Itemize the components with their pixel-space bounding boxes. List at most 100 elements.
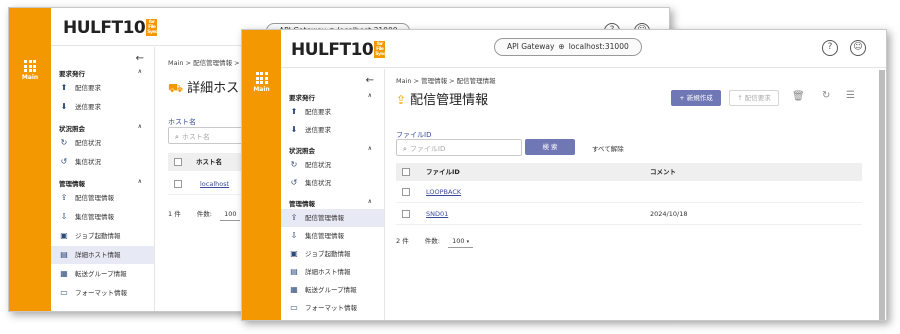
apps-grid-icon	[9, 60, 51, 72]
apps-grid-icon	[242, 72, 281, 84]
truck-icon: ⛟	[168, 81, 184, 95]
sidebar-item-job-info[interactable]: ▣ ジョブ起動情報	[281, 245, 384, 263]
sidebar-section-status[interactable]: 状況照会 ∧	[289, 145, 378, 155]
sidebar-item-receive-request[interactable]: ⬇ 送信要求	[281, 121, 384, 139]
front-window: Main HULFT10 for File Sync API Gateway ⊕ lo…	[241, 29, 887, 321]
sidebar-item-format-info[interactable]: ▭ フォーマット情報	[281, 299, 384, 317]
logo: HULFT10 for File Sync	[63, 18, 158, 38]
send-request-button[interactable]: ↑ 配信要求	[729, 90, 779, 106]
sidebar-item-group-info[interactable]: ▦ 転送グループ情報	[51, 265, 154, 283]
rail-label: Main	[253, 86, 270, 93]
page-title: ⇪ 配信管理情報	[396, 93, 489, 108]
link-icon: ⊕	[558, 42, 565, 51]
front-main: Main > 管理情報 > 配信管理情報 ⇪ 配信管理情報 + 新規作成 ↑ 配信…	[386, 69, 886, 320]
main-app-button[interactable]: Main	[242, 72, 281, 93]
format-icon: ▭	[290, 303, 298, 312]
sidebar-item-send-status[interactable]: ↻ 配信状況	[51, 134, 154, 152]
file-id-input[interactable]: ⌕ ファイルID	[396, 139, 522, 156]
sidebar: ← 要求発行 ∧ ⬆ 配信要求 ⬇ 送信要求 状況照会 ∧ ↻ 配信状況 ↺ 集信状況 管理…	[51, 47, 155, 311]
sidebar-section-manage[interactable]: 管理情報 ∧	[59, 178, 148, 188]
per-page-select[interactable]: 100	[220, 210, 241, 221]
column-file-id[interactable]: ファイルID	[426, 163, 460, 181]
collapse-icon[interactable]: ←	[366, 75, 374, 86]
sidebar-section-status[interactable]: 状況照会 ∧	[59, 123, 148, 133]
column-comment[interactable]: コメント	[650, 163, 676, 181]
clear-all-link[interactable]: すべて解除	[592, 143, 624, 153]
sidebar-item-send-request[interactable]: ⬆ 配信要求	[281, 103, 384, 121]
logo: HULFT10 for File Sync	[291, 40, 386, 60]
file-id-link[interactable]: SND01	[426, 203, 448, 225]
host-search-input[interactable]: ⌕ ホスト名	[168, 127, 248, 144]
per-page-select[interactable]: 100 ▾	[448, 237, 474, 248]
refresh-icon[interactable]: ↻	[822, 90, 830, 101]
breadcrumb: Main > 管理情報 > 配信管理情報	[396, 77, 496, 85]
trash-icon[interactable]: 🗑	[792, 91, 805, 102]
sidebar-section-manage[interactable]: 管理情報 ∧	[289, 198, 378, 208]
result-count: 1 件	[168, 210, 181, 218]
row-checkbox[interactable]	[402, 210, 410, 218]
caret-down-icon: ▾	[466, 239, 470, 245]
sidebar-item-receive-info[interactable]: ⇩ 集信管理情報	[281, 227, 384, 245]
select-all-checkbox[interactable]	[402, 168, 410, 176]
search-icon: ⌕	[403, 145, 407, 153]
sidebar-section-request[interactable]: 要求発行 ∧	[59, 68, 148, 78]
sidebar-item-send-info[interactable]: ⇪ 配信管理情報	[51, 189, 154, 207]
table-row: localhost	[168, 173, 248, 195]
sidebar-item-job-info[interactable]: ▣ ジョブ起動情報	[51, 227, 154, 245]
sidebar-item-receive-request[interactable]: ⬇ 送信要求	[51, 98, 154, 116]
sidebar-item-host-info[interactable]: ▤ 詳細ホスト情報	[281, 263, 384, 281]
per-page-label: 件数:	[424, 237, 440, 245]
comment-cell: 2024/10/18	[650, 210, 688, 218]
receive-status-icon: ↺	[290, 178, 298, 187]
page-title: ⛟ 詳細ホス	[168, 81, 240, 96]
job-icon: ▣	[290, 249, 298, 258]
search-icon: ⌕	[175, 133, 179, 141]
format-icon: ▭	[60, 288, 68, 297]
sidebar-item-receive-info[interactable]: ⇩ 集信管理情報	[51, 208, 154, 226]
main-app-button[interactable]: Main	[9, 60, 51, 81]
logo-badge: for File Sync	[146, 19, 158, 36]
download-icon: ⬇	[290, 125, 298, 134]
host-icon: ▤	[60, 250, 68, 259]
table-row: LOOPBACK	[396, 181, 862, 203]
sidebar-item-receive-status[interactable]: ↺ 集信状況	[51, 153, 154, 171]
send-status-icon: ↻	[290, 160, 298, 169]
receive-info-icon: ⇩	[290, 231, 298, 240]
column-host[interactable]: ホスト名	[196, 153, 222, 171]
logo-badge: for File Sync	[374, 41, 386, 58]
filter-settings-icon[interactable]: ☰	[846, 90, 855, 101]
search-button[interactable]: 検 索	[525, 139, 575, 155]
row-checkbox[interactable]	[402, 188, 410, 196]
upload-tray-icon: ⇪	[396, 93, 407, 107]
table-header: ホスト名	[168, 153, 248, 171]
breadcrumb: Main > 配信管理情報 > 詳	[168, 59, 249, 67]
user-icon[interactable]: ☺	[850, 40, 866, 56]
sidebar-item-host-info[interactable]: ▤ 詳細ホスト情報	[51, 246, 154, 264]
gateway-pill[interactable]: API Gateway ⊕ localhost:31000	[494, 38, 642, 56]
pagination: 2 件 件数: 100 ▾	[396, 235, 474, 248]
scrollbar[interactable]	[879, 70, 885, 320]
host-link[interactable]: localhost	[200, 173, 229, 195]
collapse-icon[interactable]: ←	[136, 53, 144, 64]
sidebar-item-group-info[interactable]: ▦ 転送グループ情報	[281, 281, 384, 299]
download-icon: ⬇	[60, 102, 68, 111]
file-id-link[interactable]: LOOPBACK	[426, 181, 461, 203]
sidebar-item-send-info[interactable]: ⇪ 配信管理情報	[281, 209, 384, 227]
row-checkbox[interactable]	[174, 180, 182, 188]
upload-icon: ⬆	[290, 107, 298, 116]
select-all-checkbox[interactable]	[174, 158, 182, 166]
rail-label: Main	[21, 74, 39, 81]
job-icon: ▣	[60, 231, 68, 240]
sidebar-item-send-request[interactable]: ⬆ 配信要求	[51, 79, 154, 97]
receive-info-icon: ⇩	[60, 212, 68, 221]
send-info-icon: ⇪	[290, 213, 298, 222]
sidebar-section-request[interactable]: 要求発行 ∧	[289, 92, 378, 102]
new-button[interactable]: + 新規作成	[671, 90, 721, 106]
group-icon: ▦	[290, 285, 298, 294]
sidebar-item-receive-status[interactable]: ↺ 集信状況	[281, 174, 384, 192]
app-rail: Main	[9, 8, 51, 311]
sidebar-item-send-status[interactable]: ↻ 配信状況	[281, 156, 384, 174]
help-icon[interactable]: ?	[822, 40, 838, 56]
sidebar-item-format-info[interactable]: ▭ フォーマット情報	[51, 284, 154, 302]
table-row: SND01 2024/10/18	[396, 203, 862, 225]
